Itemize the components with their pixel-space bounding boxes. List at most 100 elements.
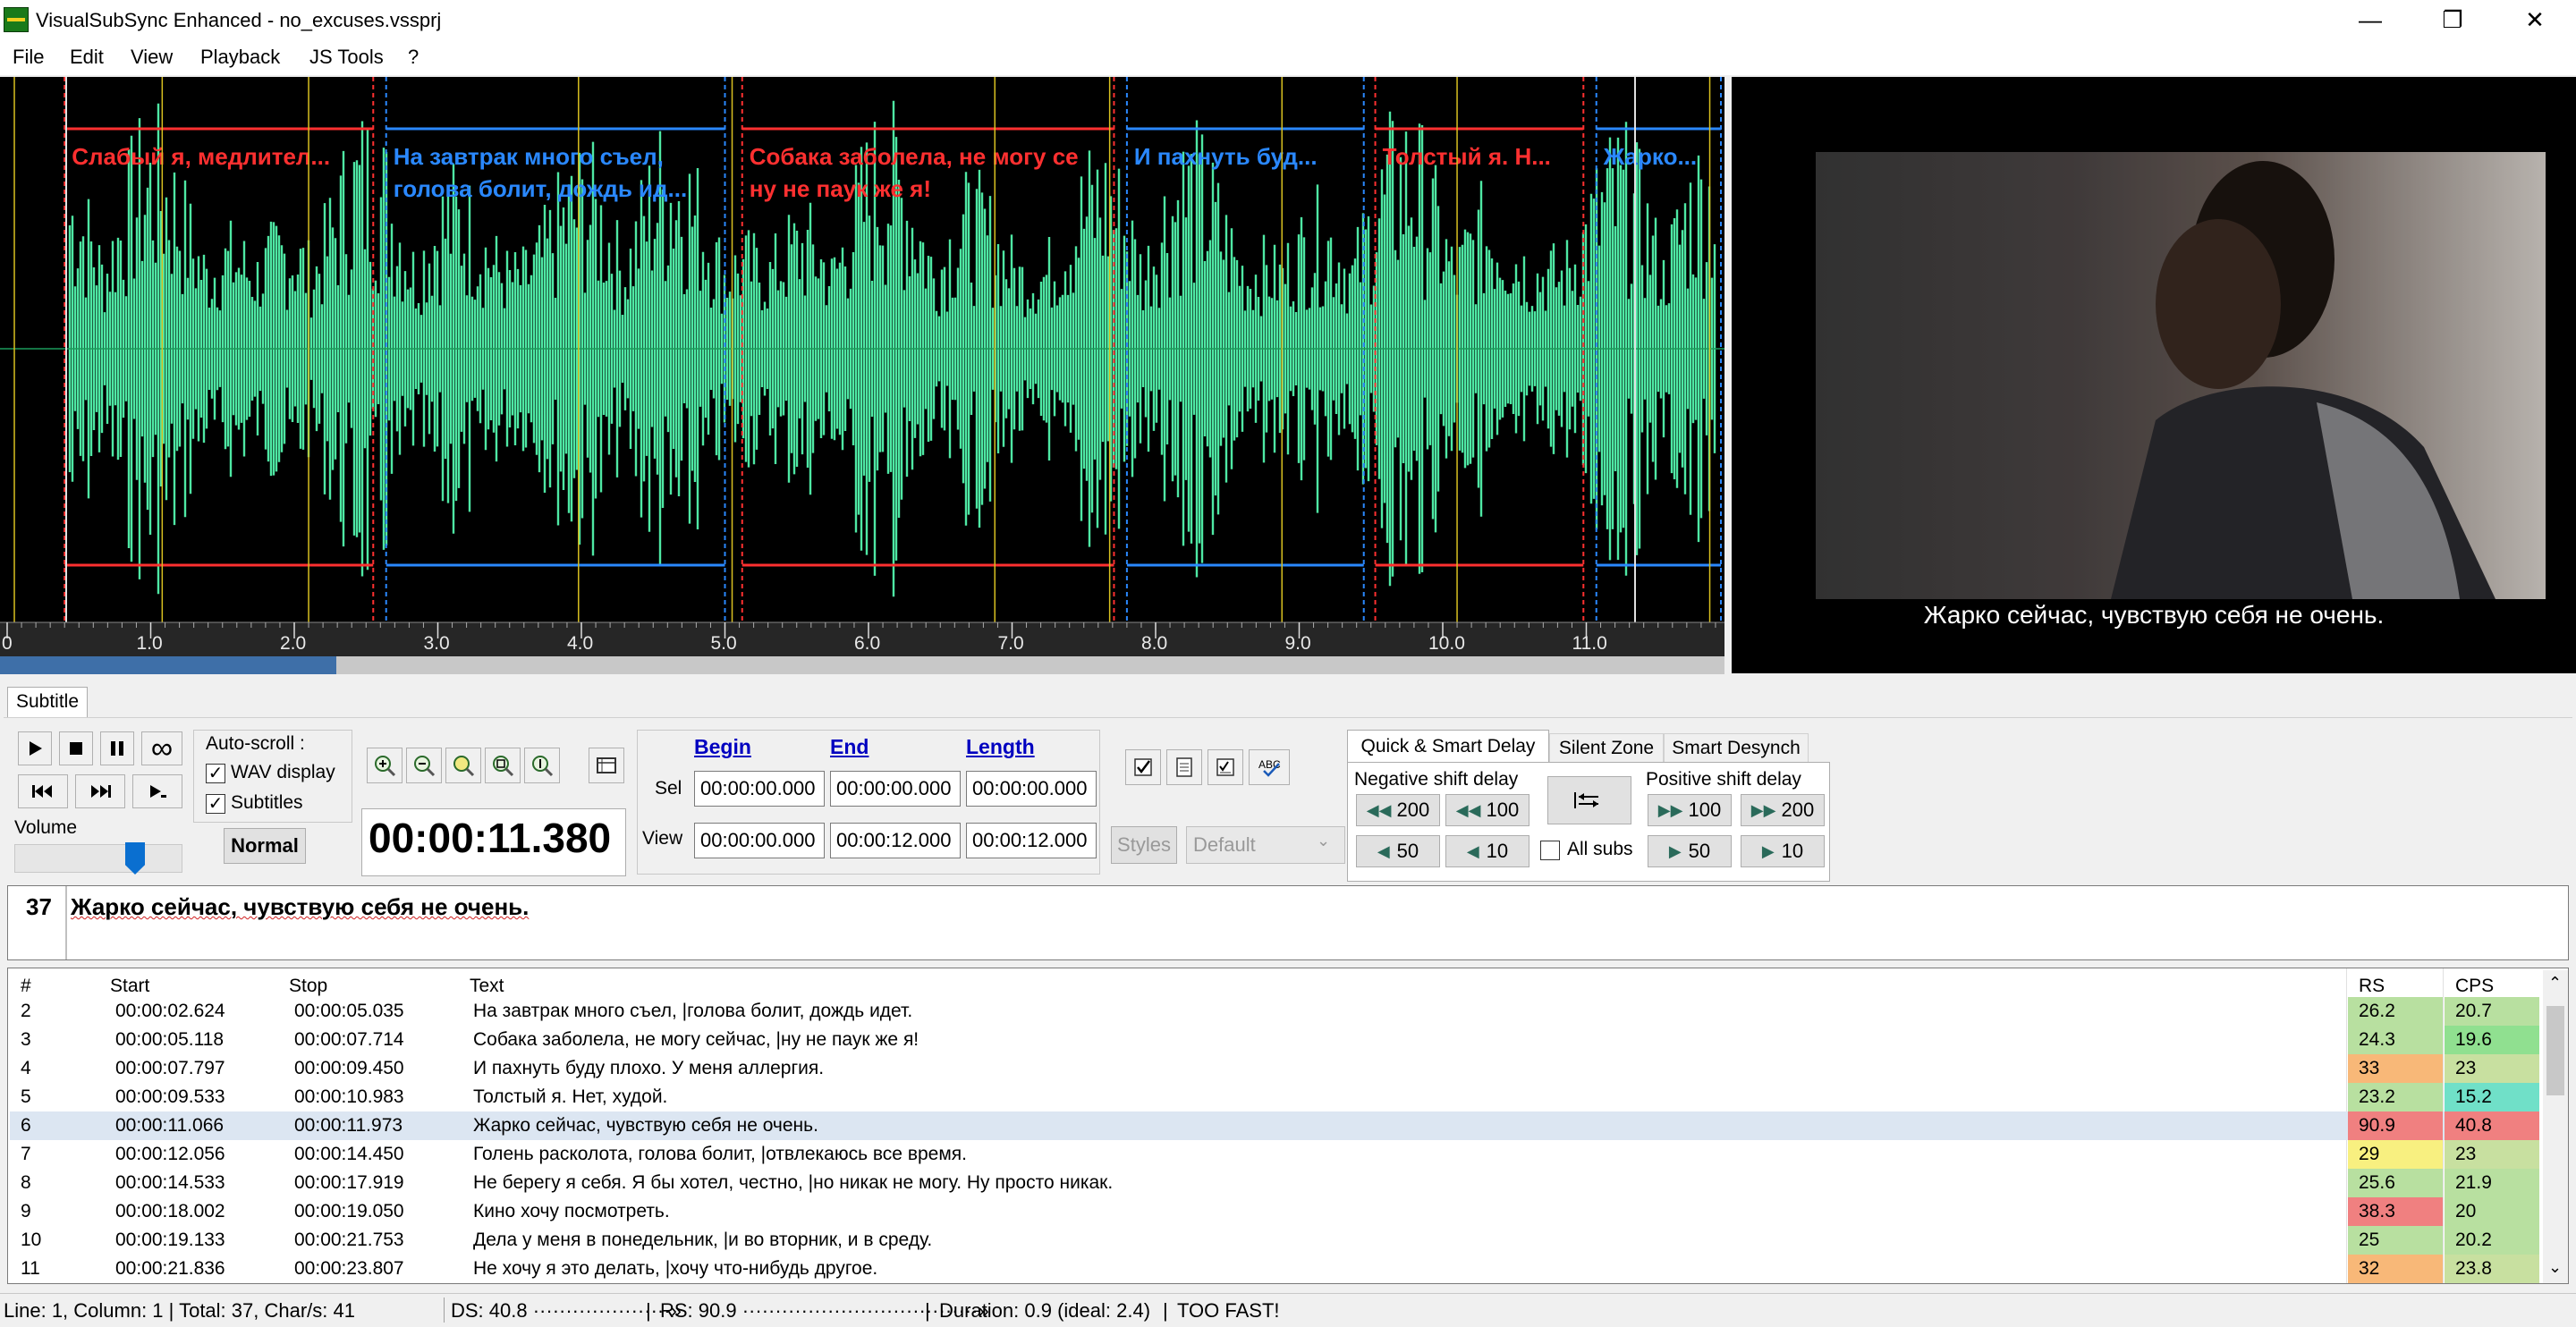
shift-mode-button[interactable] [1547,776,1631,824]
chevron-up-icon[interactable]: ⌃ [2548,974,2562,993]
waveform-display[interactable]: Слабый я, медлител... На завтрак много съ… [0,77,1724,673]
sel-begin-field[interactable] [694,771,825,807]
header-stop[interactable]: Stop [289,976,327,997]
table-scroll-thumb[interactable] [2546,1006,2564,1095]
zoom-all-button[interactable] [485,748,521,783]
play-to-end-button[interactable] [132,774,182,808]
ruler-tick-label: 6.0 [854,633,880,654]
header-text[interactable]: Text [470,976,504,997]
table-row[interactable]: 11 00:00:21.836 00:00:23.807 Не хочу я это … [10,1255,2539,1283]
zoom-in-button[interactable] [367,748,402,783]
close-button[interactable]: ✕ [2494,0,2576,39]
table-row[interactable]: 8 00:00:14.533 00:00:17.919 Не берегу я себ… [10,1169,2539,1197]
header-cps[interactable]: CPS [2455,976,2494,997]
menu-js-tools[interactable]: JS Tools [309,43,384,72]
zoom-out-button[interactable] [406,748,442,783]
view-length-field[interactable] [966,823,1097,858]
video-subtitle: Жарко сейчас, чувствую себя не очень. [1923,601,2385,629]
subtitles-checkbox[interactable]: ✓ [206,794,225,814]
loop-icon[interactable]: ∞ [141,731,182,765]
table-row[interactable]: 5 00:00:09.533 00:00:10.983 Толстый я. Нет,… [10,1083,2539,1111]
shift-neg-100-button[interactable]: ◀◀ 100 [1445,794,1530,826]
scene-change-button[interactable] [589,748,624,783]
menu-help[interactable]: ? [408,43,419,72]
cell-stop: 00:00:14.450 [294,1144,404,1164]
right-arrow-icon: ▶ [1761,841,1775,860]
menu-file[interactable]: File [13,43,44,72]
table-row[interactable]: 9 00:00:18.002 00:00:19.050 Кино хочу посмо… [10,1197,2539,1226]
sel-end-field[interactable] [830,771,961,807]
editor-text[interactable]: Жарко сейчас, чувствую себя не очень. [71,893,529,921]
view-begin-field[interactable] [694,823,825,858]
zoom-vertical-button[interactable] [524,748,560,783]
chevron-down-icon[interactable]: ⌄ [2548,1258,2562,1277]
header-num[interactable]: # [21,976,31,997]
cell-num: 4 [21,1058,31,1078]
play-button[interactable] [18,731,52,765]
stop-button[interactable] [59,731,93,765]
styles-button[interactable]: Styles [1111,826,1177,864]
table-row[interactable]: 6 00:00:11.066 00:00:11.973 Жарко сейчас, ч… [10,1111,2539,1140]
tab-subtitle[interactable]: Subtitle [7,687,88,718]
app-icon [4,7,29,32]
table-row[interactable]: 4 00:00:07.797 00:00:09.450 И пахнуть буду … [10,1054,2539,1083]
table-row[interactable]: 2 00:00:02.624 00:00:05.035 На завтрак мног… [10,997,2539,1026]
playback-speed-button[interactable]: Normal [224,828,306,864]
cell-text: Не хочу я это делать, |хочу что-нибудь д… [473,1258,878,1279]
cell-stop: 00:00:21.753 [294,1230,404,1250]
sel-length-field[interactable] [966,771,1097,807]
restore-button[interactable]: ❐ [2411,0,2494,39]
end-link[interactable]: End [830,735,869,759]
table-scrollbar[interactable]: ⌃ ⌄ [2543,970,2568,1283]
status-separator: | [646,1299,651,1322]
check-button[interactable] [1125,749,1161,785]
cell-stop: 00:00:17.919 [294,1172,404,1193]
cell-stop: 00:00:11.973 [294,1115,403,1136]
shift-pos-50-button[interactable]: ▶ 50 [1648,835,1732,867]
header-start[interactable]: Start [110,976,149,997]
pause-button[interactable] [100,731,134,765]
wav-display-checkbox[interactable]: ✓ [206,764,225,783]
table-row[interactable]: 7 00:00:12.056 00:00:14.450 Голень расколот… [10,1140,2539,1169]
spell-check-button[interactable]: ABC [1249,749,1290,785]
menu-edit[interactable]: Edit [70,43,104,72]
shift-neg-50-label: 50 [1396,840,1419,862]
view-end-field[interactable] [830,823,961,858]
tab-silent-zone[interactable]: Silent Zone [1549,733,1664,764]
waveform-canvas[interactable]: Слабый я, медлител... На завтрак много съ… [0,77,1724,673]
tab-quick-smart-delay[interactable]: Quick & Smart Delay [1347,730,1549,764]
skip-back-button[interactable] [18,774,68,808]
shift-pos-200-button[interactable]: ▶▶ 200 [1741,794,1825,826]
begin-link[interactable]: Begin [694,735,751,759]
menu-view[interactable]: View [131,43,173,72]
ruler-tick-label: 8.0 [1141,633,1167,654]
shift-pos-10-button[interactable]: ▶ 10 [1741,835,1825,867]
shift-neg-200-button[interactable]: ◀◀ 200 [1356,794,1440,826]
shift-pos-100-button[interactable]: ▶▶ 100 [1648,794,1732,826]
volume-slider[interactable] [14,844,182,873]
shift-neg-200-label: 200 [1396,799,1430,821]
cell-num: 7 [21,1144,31,1164]
cell-num: 9 [21,1201,31,1221]
status-warning: TOO FAST! [1177,1299,1280,1322]
zoom-all-icon [493,756,514,777]
header-rs[interactable]: RS [2359,976,2385,997]
shift-neg-10-button[interactable]: ◀ 10 [1445,835,1530,867]
all-subs-checkbox[interactable] [1540,841,1560,860]
table-row[interactable]: 10 00:00:19.133 00:00:21.753 Дела у меня в … [10,1226,2539,1255]
check-list-button[interactable] [1208,749,1243,785]
skip-forward-button[interactable] [75,774,125,808]
table-row[interactable]: 3 00:00:05.118 00:00:07.714 Собака заболела… [10,1026,2539,1054]
ruler-tick-label: 11.0 [1572,633,1607,654]
length-link[interactable]: Length [966,735,1035,759]
minimize-button[interactable]: — [2329,0,2411,39]
tab-smart-desynch[interactable]: Smart Desynch [1664,733,1809,764]
zoom-selection-button[interactable] [445,748,481,783]
shift-neg-50-button[interactable]: ◀ 50 [1356,835,1440,867]
subtitle-editor[interactable]: 37 Жарко сейчас, чувствую себя не очень. [7,885,2569,960]
document-button[interactable] [1166,749,1202,785]
waveform-scroll-thumb[interactable] [0,656,336,674]
cell-rs: 29 [2348,1140,2443,1169]
cell-num: 5 [21,1086,31,1107]
menu-playback[interactable]: Playback [200,43,280,72]
